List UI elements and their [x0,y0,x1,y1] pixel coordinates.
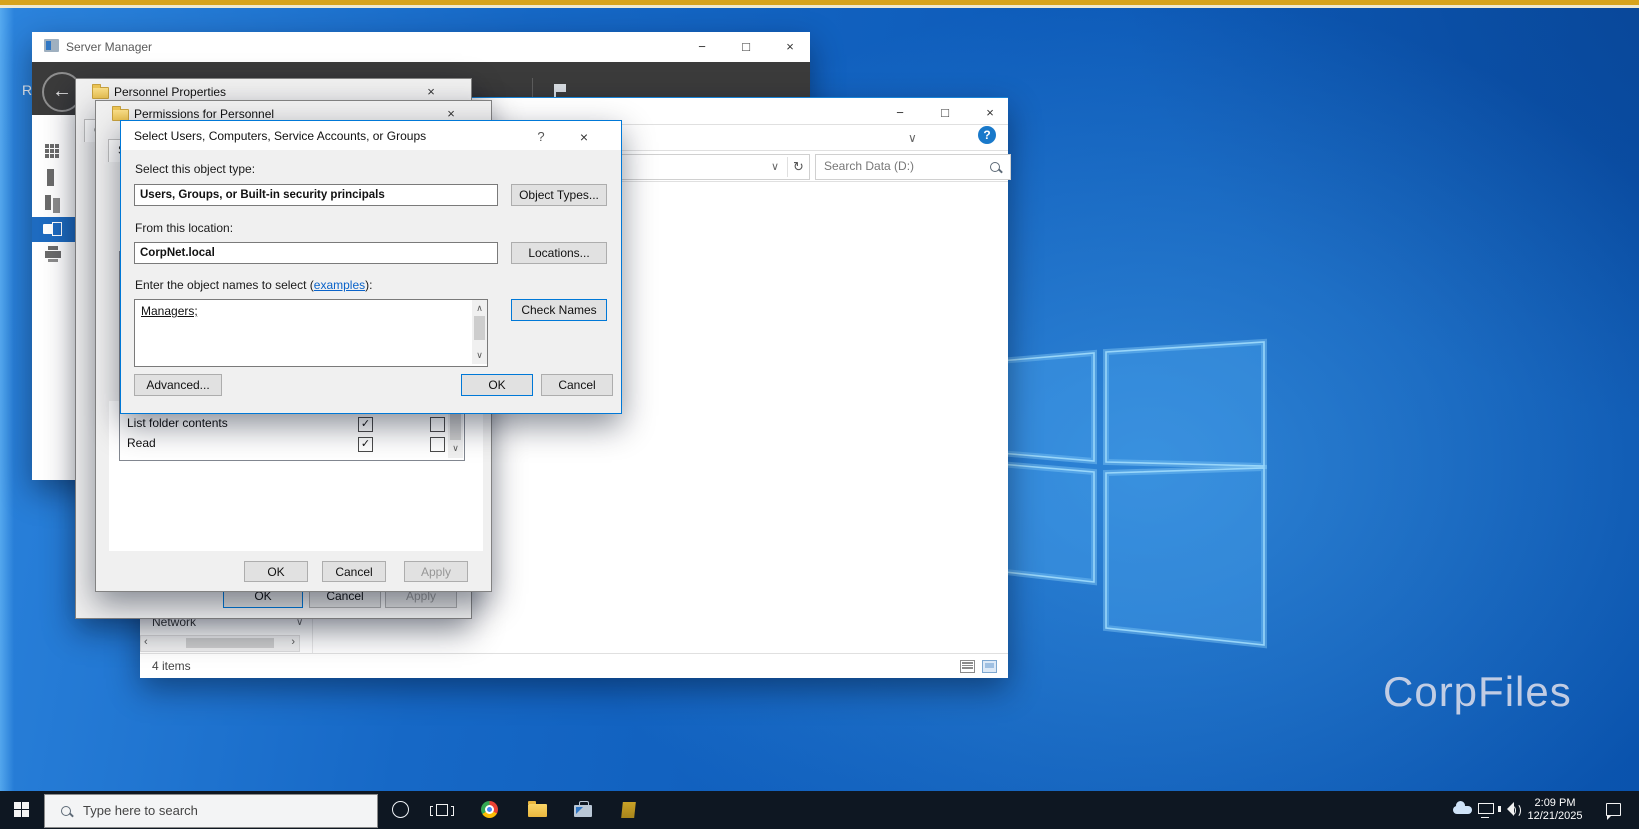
select-users-dialog: Select Users, Computers, Service Account… [120,120,622,414]
names-vscrollbar[interactable]: ∧ ∨ [472,300,487,364]
details-view-icon[interactable] [960,660,975,673]
chrome-icon[interactable] [481,801,498,818]
apply-button[interactable]: Apply [404,561,468,582]
minimize-icon[interactable]: − [687,37,717,57]
ok-button[interactable]: OK [461,374,533,396]
search-icon [61,806,71,816]
minimize-icon[interactable]: − [885,103,915,123]
nav-pane-hscrollbar[interactable]: ‹ › [140,635,300,652]
sidebar-printer-icon[interactable] [45,251,61,258]
sidebar-all-servers-icon-2 [53,198,60,213]
server-manager-icon[interactable] [574,805,592,817]
address-divider [787,157,788,177]
close-icon[interactable]: × [416,82,446,102]
wallpaper-edge-glow [0,0,14,829]
screen: CorpFiles R Server Manager − □ × ↻ Manag… [0,0,1639,829]
sidebar-printer-paper [48,246,58,250]
vscroll-thumb[interactable] [474,316,485,340]
back-arrow-icon: ← [52,80,72,102]
taskbar-search-placeholder: Type here to search [83,803,198,818]
clock-time[interactable]: 2:09 PM [1524,797,1586,809]
allow-checkbox[interactable]: ✓ [358,417,373,432]
sidebar-printer-tray [48,259,58,262]
locations-button[interactable]: Locations... [511,242,607,264]
deny-checkbox[interactable] [430,417,445,432]
permissions-title: Permissions for Personnel [134,107,275,121]
maximize-icon[interactable]: □ [930,103,960,123]
volume-icon[interactable] [1498,802,1521,818]
object-names-field[interactable]: Managers; ∧ ∨ [134,299,488,367]
select-users-title: Select Users, Computers, Service Account… [134,129,427,143]
vscroll-thumb[interactable] [450,412,461,440]
gold-top-border-line [0,5,1639,8]
location-field[interactable]: CorpNet.local [134,242,498,264]
maximize-icon[interactable]: □ [731,37,761,57]
close-icon[interactable]: × [775,37,805,57]
advanced-button[interactable]: Advanced... [134,374,222,396]
close-icon[interactable]: × [975,103,1005,123]
address-dropdown-icon[interactable]: ∨ [771,160,779,173]
file-explorer-icon[interactable] [528,801,547,817]
examples-link[interactable]: examples [314,278,365,292]
corpfiles-watermark: CorpFiles [1383,668,1572,715]
close-icon[interactable]: × [569,127,599,147]
windows-logo-wallpaper [985,338,1267,649]
notifications-flag-icon[interactable] [554,84,566,100]
explorer-status-bar: 4 items [140,653,1008,678]
onedrive-icon[interactable] [1453,806,1472,814]
ok-button[interactable]: OK [244,561,308,582]
task-view-icon[interactable] [436,804,448,816]
sidebar-file-storage-selected[interactable] [32,217,75,242]
clock-date[interactable]: 12/21/2025 [1524,810,1586,822]
names-label: Enter the object names to select (exampl… [135,278,373,292]
start-button[interactable] [14,802,29,817]
action-center-icon[interactable] [1606,803,1621,816]
personnel-properties-title: Personnel Properties [114,85,227,99]
permission-row-label: Read [127,436,156,450]
scroll-up-icon[interactable]: ∧ [472,303,487,314]
help-icon[interactable]: ? [526,127,556,147]
status-item-count: 4 items [152,659,191,673]
folder-icon [92,84,109,99]
object-name-value[interactable]: Managers; [141,304,198,318]
network-icon[interactable] [1478,803,1494,814]
sidebar-local-server-icon[interactable] [47,169,54,186]
search-icon [990,162,1000,172]
taskbar: Type here to search 2:09 PM 12/21/2025 [0,791,1639,829]
desktop-stray-label: R [22,82,33,98]
sidebar-dashboard-icon[interactable] [45,144,49,148]
server-manager-title: Server Manager [66,40,153,54]
select-users-titlebar[interactable]: Select Users, Computers, Service Account… [121,121,621,150]
object-type-field[interactable]: Users, Groups, or Built-in security prin… [134,184,498,206]
location-label: From this location: [135,221,234,235]
object-types-button[interactable]: Object Types... [511,184,607,206]
file-storage-page-icon [52,222,62,236]
sidebar-all-servers-icon[interactable] [45,195,51,210]
scroll-right-icon[interactable]: › [291,636,295,648]
cancel-button[interactable]: Cancel [541,374,613,396]
deny-checkbox[interactable] [430,437,445,452]
folder-shortcut-icon[interactable] [621,802,636,818]
scroll-down-icon[interactable]: ∨ [448,443,463,454]
hscroll-thumb[interactable] [186,638,274,648]
taskbar-search-box[interactable]: Type here to search [44,794,378,828]
explorer-help-icon[interactable]: ? [978,126,996,144]
server-manager-titlebar[interactable]: Server Manager − □ × [32,32,810,63]
allow-checkbox[interactable]: ✓ [358,437,373,452]
permission-row-label: List folder contents [127,416,228,430]
explorer-search-box[interactable]: Search Data (D:) [815,154,1011,180]
cancel-button[interactable]: Cancel [322,561,386,582]
thumbnail-view-icon[interactable] [982,660,997,673]
search-placeholder: Search Data (D:) [824,159,915,173]
scroll-down-icon[interactable]: ∨ [472,350,487,361]
ribbon-collapse-chevron-icon[interactable]: ∨ [908,131,917,145]
server-manager-app-icon [44,39,59,52]
refresh-icon[interactable]: ↻ [793,159,804,175]
check-names-button[interactable]: Check Names [511,299,607,321]
scroll-left-icon[interactable]: ‹ [144,636,148,648]
object-type-label: Select this object type: [135,162,256,176]
cortana-icon[interactable] [392,801,409,818]
